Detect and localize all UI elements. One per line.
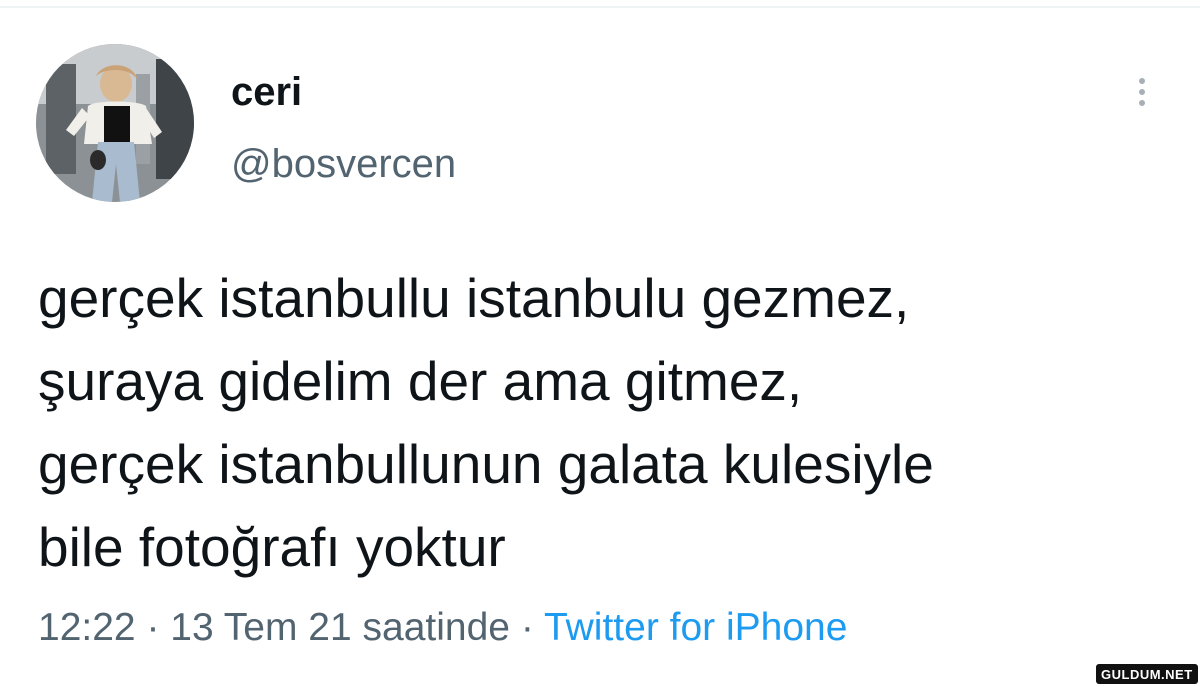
avatar-photo — [36, 44, 194, 202]
more-dot — [1139, 78, 1145, 84]
user-handle[interactable]: @bosvercen — [231, 142, 456, 186]
display-name[interactable]: ceri — [231, 70, 302, 114]
tweet-source[interactable]: Twitter for iPhone — [544, 606, 847, 649]
more-options-icon[interactable] — [1124, 70, 1160, 114]
tweet-text-line: gerçek istanbullunun galata kulesiyle — [38, 433, 934, 495]
tweet-text: gerçek istanbullu istanbulu gezmez, şura… — [38, 257, 1168, 589]
tweet-meta: 12:22 · 13 Tem 21 saatinde · Twitter for… — [38, 606, 847, 650]
more-dot — [1139, 89, 1145, 95]
more-dot — [1139, 100, 1145, 106]
avatar[interactable] — [36, 44, 194, 202]
tweet-text-line: gerçek istanbullu istanbulu gezmez, — [38, 267, 910, 329]
tweet-date[interactable]: 13 Tem 21 saatinde — [170, 606, 510, 649]
tweet-text-line: şuraya gidelim der ama gitmez, — [38, 350, 803, 412]
watermark: GULDUM.NET — [1096, 664, 1198, 684]
top-divider — [0, 6, 1200, 8]
tweet-text-line: bile fotoğrafı yoktur — [38, 516, 506, 578]
meta-separator: · — [135, 606, 171, 649]
tweet-time[interactable]: 12:22 — [38, 606, 136, 649]
meta-separator: · — [509, 606, 544, 649]
